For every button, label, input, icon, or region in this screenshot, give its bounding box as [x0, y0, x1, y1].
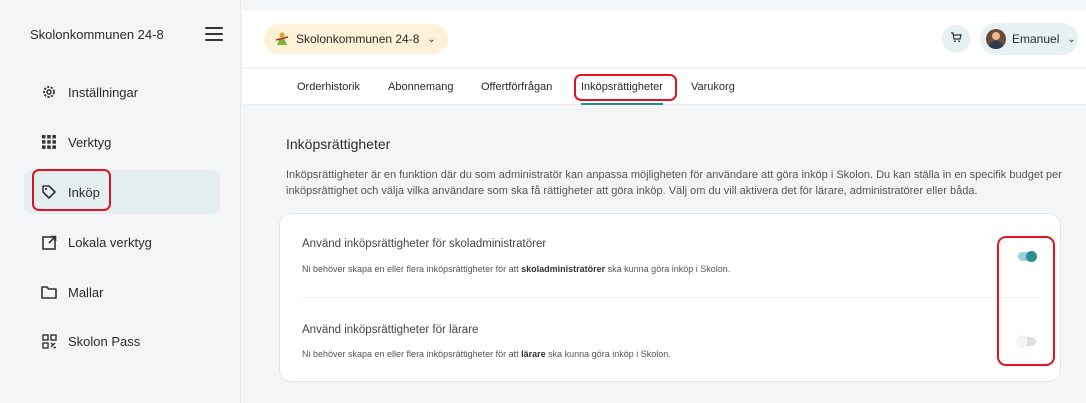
- sidebar-header: Skolonkommunen 24-8: [0, 10, 241, 58]
- toggle-teachers[interactable]: [1017, 336, 1036, 347]
- gear-icon: [40, 83, 58, 101]
- tab-orderhistorik[interactable]: Orderhistorik: [297, 69, 360, 105]
- tab-inkopsrattigheter[interactable]: Inköpsrättigheter: [581, 69, 663, 105]
- tag-icon: [40, 183, 58, 201]
- setting-title-admins: Använd inköpsrättigheter för skoladminis…: [302, 238, 547, 250]
- user-name: Emanuel: [1012, 32, 1060, 46]
- chevron-down-icon: ⌄: [1067, 33, 1076, 45]
- sidebar-item-verktyg[interactable]: Verktyg: [24, 120, 220, 164]
- organization-selector[interactable]: Skolonkommunen 24-8 ⌄: [264, 24, 448, 54]
- tab-varukorg[interactable]: Varukorg: [691, 69, 735, 105]
- settings-card: Använd inköpsrättigheter för skoladminis…: [279, 213, 1061, 382]
- sidebar-item-mallar[interactable]: Mallar: [24, 270, 220, 314]
- sidebar-item-label: Skolon Pass: [68, 333, 141, 349]
- sidebar-item-label: Inköp: [68, 184, 100, 200]
- sidebar-title: Skolonkommunen 24-8: [30, 26, 164, 42]
- tab-offertforfragan[interactable]: Offertförfrågan: [481, 69, 552, 105]
- sidebar-item-skolon-pass[interactable]: Skolon Pass: [24, 319, 220, 363]
- grid-icon: [40, 133, 58, 151]
- sidebar-item-label: Mallar: [68, 284, 104, 300]
- tab-abonnemang[interactable]: Abonnemang: [388, 69, 453, 105]
- setting-subtitle-teachers: Ni behöver skapa en eller flera inköpsrä…: [302, 349, 671, 359]
- avatar: [986, 29, 1006, 49]
- sidebar-item-label: Verktyg: [68, 134, 112, 150]
- hamburger-icon[interactable]: [205, 27, 223, 41]
- tab-bar: Orderhistorik Abonnemang Offertförfrågan…: [242, 69, 1086, 105]
- main-content: Inköpsrättigheter Inköpsrättigheter är e…: [242, 106, 1086, 403]
- setting-subtitle-admins: Ni behöver skapa en eller flera inköpsrä…: [302, 264, 731, 274]
- sidebar-item-installningar[interactable]: Inställningar: [24, 70, 220, 114]
- app-window: Skolonkommunen 24-8 Inställningar Verkty…: [0, 0, 1086, 403]
- sidebar-item-lokala-verktyg[interactable]: Lokala verktyg: [24, 220, 220, 264]
- user-menu[interactable]: Emanuel ⌄: [980, 23, 1078, 55]
- toggle-knob: [1017, 336, 1028, 347]
- sidebar: Skolonkommunen 24-8 Inställningar Verkty…: [0, 0, 241, 403]
- sidebar-item-inkop[interactable]: Inköp: [24, 170, 220, 214]
- setting-title-teachers: Använd inköpsrättigheter för lärare: [302, 324, 479, 336]
- topbar: Skolonkommunen 24-8 ⌄ Emanuel ⌄: [242, 10, 1086, 68]
- page-description: Inköpsrättigheter är en funktion där du …: [286, 169, 1062, 197]
- qr-code-icon: [40, 332, 58, 350]
- organization-name: Skolonkommunen 24-8: [296, 32, 420, 46]
- external-link-icon: [40, 233, 58, 251]
- folder-icon: [40, 283, 58, 301]
- toggle-admins[interactable]: [1018, 251, 1037, 262]
- divider: [302, 297, 1040, 298]
- chevron-down-icon: ⌄: [427, 33, 436, 45]
- cart-icon: [950, 30, 962, 48]
- page-title: Inköpsrättigheter: [286, 136, 391, 152]
- cart-button[interactable]: [942, 25, 970, 53]
- toggle-knob: [1026, 251, 1037, 262]
- sidebar-item-label: Lokala verktyg: [68, 234, 152, 250]
- skolon-logo-icon: [274, 31, 290, 47]
- sidebar-item-label: Inställningar: [68, 84, 139, 100]
